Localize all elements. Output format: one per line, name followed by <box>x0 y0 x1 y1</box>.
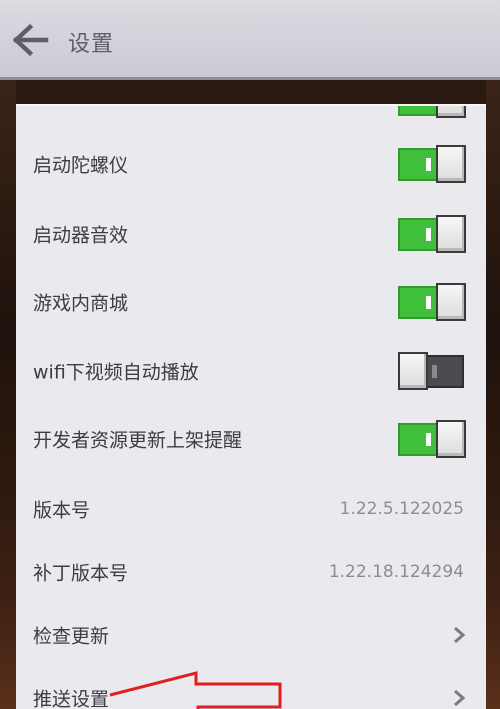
check-update-item[interactable]: 检查更新 <box>16 603 486 667</box>
arrow-left-icon <box>12 23 49 57</box>
settings-panel: 启动陀螺仪 启动器音效 游戏内商城 wifi下视频自动播放 开发者资源更新上架提… <box>16 104 486 709</box>
setting-label: wifi下视频自动播放 <box>33 361 199 384</box>
in-game-store-toggle[interactable] <box>398 283 466 321</box>
background-frame-right <box>486 80 500 709</box>
app-header: 设置 <box>0 0 500 80</box>
launcher-sound-toggle[interactable] <box>398 215 466 253</box>
chevron-right-icon <box>454 689 466 707</box>
patch-version-value: 1.22.18.124294 <box>328 562 464 582</box>
chevron-right-icon <box>454 626 466 644</box>
setting-row-gyroscope: 启动陀螺仪 <box>16 132 486 196</box>
back-button[interactable] <box>12 22 52 58</box>
setting-label: 启动陀螺仪 <box>33 154 129 177</box>
setting-label: 推送设置 <box>33 688 110 709</box>
developer-reminder-toggle[interactable] <box>398 420 466 458</box>
page-title: 设置 <box>68 32 115 57</box>
wifi-autoplay-toggle[interactable] <box>398 352 466 390</box>
background-frame-left <box>0 80 16 709</box>
setting-row-version: 版本号 1.22.5.122025 <box>16 477 486 541</box>
setting-row-in-game-store: 游戏内商城 <box>16 270 486 334</box>
setting-label: 补丁版本号 <box>33 562 129 585</box>
setting-label: 开发者资源更新上架提醒 <box>33 429 243 452</box>
gyroscope-toggle[interactable] <box>398 145 466 183</box>
setting-row-patch-version: 补丁版本号 1.22.18.124294 <box>16 540 486 604</box>
setting-row-launcher-sound: 启动器音效 <box>16 202 486 266</box>
setting-label: 检查更新 <box>33 625 110 648</box>
previous-setting-toggle[interactable] <box>398 106 466 118</box>
setting-row-developer-reminder: 开发者资源更新上架提醒 <box>16 407 486 471</box>
setting-label: 游戏内商城 <box>33 292 129 315</box>
setting-label: 版本号 <box>33 499 91 522</box>
background-frame-top <box>0 80 500 106</box>
setting-label: 启动器音效 <box>33 224 129 247</box>
setting-row-wifi-autoplay: wifi下视频自动播放 <box>16 339 486 403</box>
red-arrow-annotation <box>109 671 282 709</box>
version-value: 1.22.5.122025 <box>339 499 464 519</box>
